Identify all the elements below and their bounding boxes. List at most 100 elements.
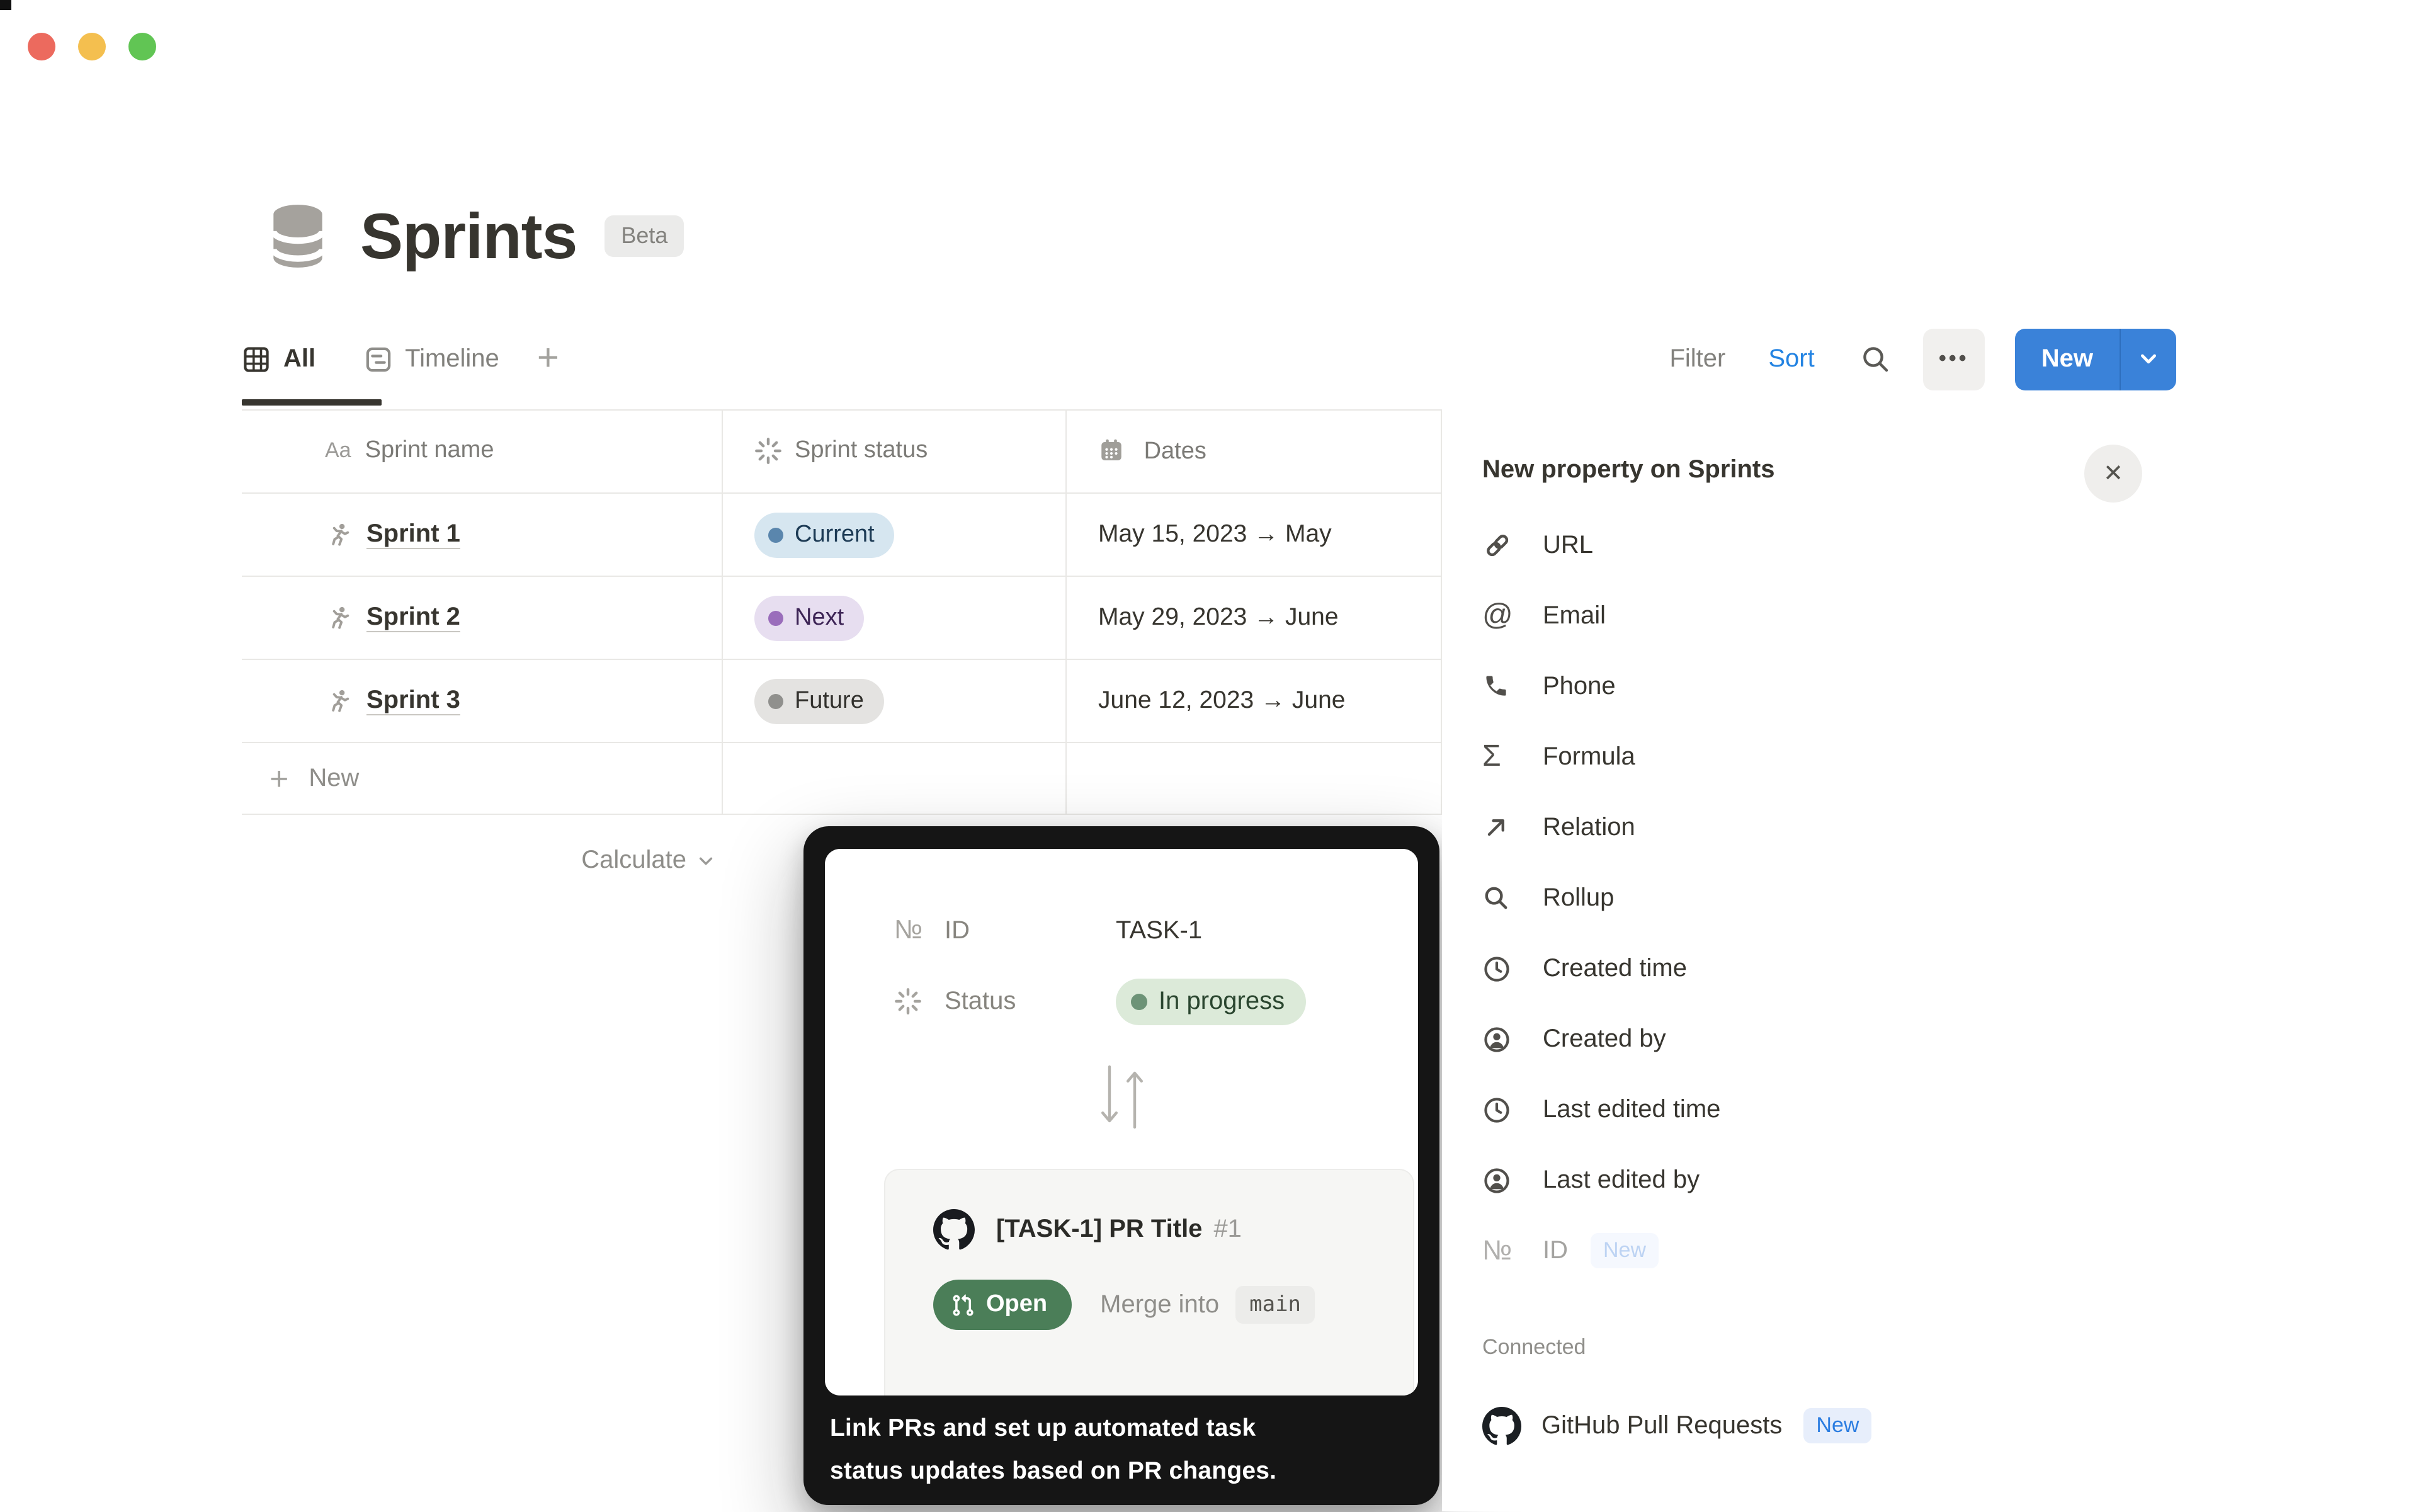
branch-chip: main [1235, 1286, 1315, 1324]
calculate-label: Calculate [581, 846, 686, 875]
search-button[interactable] [1860, 344, 1890, 374]
cell-dates[interactable]: May 29, 2023 → June [1065, 603, 1442, 632]
sprint-name-link[interactable]: Sprint 3 [366, 686, 460, 715]
tab-timeline-view[interactable]: Timeline [363, 344, 499, 373]
column-divider [722, 409, 723, 815]
close-panel-button[interactable]: ✕ [2084, 445, 2142, 503]
property-type-label: Created by [1543, 1025, 1666, 1054]
property-type-phone[interactable]: Phone [1482, 651, 2393, 722]
new-record-button[interactable]: New [2015, 328, 2120, 390]
new-record-dropdown-button[interactable] [2121, 328, 2176, 390]
property-type-email[interactable]: @ Email [1482, 581, 2393, 651]
view-toolbar: All Timeline + Filter Sort ••• New [242, 327, 2176, 390]
chevron-down-icon [2136, 346, 2161, 372]
chevron-down-icon [696, 851, 715, 870]
new-record-split-button: New [2015, 328, 2176, 390]
ellipsis-icon: ••• [1939, 346, 1969, 372]
notion-window: Sprints Beta All Timeline + Filter Sort [0, 0, 2418, 1511]
property-type-label: Last edited by [1543, 1166, 1700, 1195]
close-window-button[interactable] [28, 33, 55, 60]
cell-dates[interactable]: June 12, 2023 → June [1065, 686, 1442, 715]
clock-icon [1482, 1095, 1525, 1124]
link-icon [1482, 530, 1525, 560]
github-icon [1482, 1406, 1521, 1445]
property-type-url[interactable]: URL [1482, 510, 2393, 581]
property-type-formula[interactable]: Σ Formula [1482, 722, 2393, 792]
new-row-button[interactable]: + New [242, 743, 1442, 815]
property-type-last-edited-time[interactable]: Last edited time [1482, 1074, 2393, 1145]
more-options-button[interactable]: ••• [1923, 328, 1985, 390]
status-pill[interactable]: Next [754, 595, 864, 640]
property-type-created-by[interactable]: Created by [1482, 1004, 2393, 1074]
at-icon: @ [1482, 598, 1525, 634]
cell-sprint-status[interactable]: Current [722, 512, 1065, 557]
property-label: Status [894, 987, 1116, 1016]
table-row: Sprint 2 Next May 29, 2023 → June [242, 577, 1442, 660]
column-header-sprint-name[interactable]: Aa Sprint name [242, 437, 722, 465]
new-badge: New [1803, 1408, 1871, 1443]
new-property-panel: New property on Sprints ✕ URL @ Ema [1442, 411, 2418, 1511]
status-pill[interactable]: Current [754, 512, 895, 557]
date-range: June 12, 2023 → June [1098, 686, 1345, 714]
runner-icon [325, 604, 353, 632]
property-type-label: Rollup [1543, 884, 1614, 912]
cell-sprint-name[interactable]: Sprint 2 [242, 603, 722, 632]
minimize-window-button[interactable] [78, 33, 106, 60]
property-type-label: Formula [1543, 742, 1635, 771]
property-label: № ID [894, 916, 1116, 946]
cell-sprint-name[interactable]: Sprint 1 [242, 520, 722, 549]
column-header-dates[interactable]: Dates [1065, 436, 1442, 465]
database-icon[interactable] [268, 200, 327, 271]
table-view-icon [242, 344, 271, 373]
page-header: Sprints Beta [268, 191, 684, 280]
pr-state-badge: Open [933, 1280, 1071, 1330]
status-value: In progress [1159, 987, 1285, 1016]
sprint-name-link[interactable]: Sprint 1 [366, 520, 460, 549]
filter-button[interactable]: Filter [1669, 344, 1725, 373]
status-label: Future [795, 687, 864, 715]
relation-arrow-icon [1482, 814, 1525, 841]
cell-dates[interactable]: May 15, 2023 → May [1065, 520, 1442, 549]
tab-all-view[interactable]: All [242, 344, 315, 373]
new-row-label: New [309, 764, 359, 793]
table-row: Sprint 3 Future June 12, 2023 → June [242, 660, 1442, 743]
status-pill[interactable]: Future [754, 678, 884, 724]
property-type-relation[interactable]: Relation [1482, 792, 2393, 863]
property-type-label: Relation [1543, 813, 1635, 842]
zoom-window-button[interactable] [128, 33, 156, 60]
cell-sprint-status[interactable]: Next [722, 595, 1065, 640]
calculate-button[interactable]: Calculate [514, 846, 715, 875]
status-dot [1131, 993, 1147, 1009]
property-type-created-time[interactable]: Created time [1482, 933, 2393, 1004]
connected-github-pull-requests[interactable]: GitHub Pull Requests New [1482, 1390, 1871, 1461]
column-label: Sprint name [365, 437, 494, 465]
numero-icon: № [894, 916, 927, 946]
cell-sprint-name[interactable]: Sprint 3 [242, 686, 722, 715]
id-value: TASK-1 [1116, 916, 1202, 945]
beta-badge: Beta [604, 215, 684, 256]
pr-meta-row: Open Merge into main [933, 1280, 1413, 1330]
person-icon [1482, 1166, 1525, 1195]
caption-line: status updates based on PR changes. [830, 1450, 1417, 1492]
plus-icon: + [270, 759, 288, 798]
github-integration-tooltip: № ID TASK-1 [803, 826, 1439, 1505]
property-type-label: URL [1543, 531, 1593, 560]
property-type-list: URL @ Email Phone Σ Formula [1482, 510, 2393, 1286]
status-dot [768, 693, 783, 708]
sprint-name-link[interactable]: Sprint 2 [366, 603, 460, 632]
status-spinner-icon [894, 987, 927, 1015]
property-type-last-edited-by[interactable]: Last edited by [1482, 1145, 2393, 1215]
add-view-button[interactable]: + [537, 340, 559, 378]
status-label: Status [945, 987, 1016, 1016]
property-type-rollup[interactable]: Rollup [1482, 863, 2393, 933]
tooltip-preview-card: № ID TASK-1 [825, 849, 1418, 1395]
pull-request-icon [951, 1293, 975, 1317]
cell-sprint-status[interactable]: Future [722, 678, 1065, 724]
tooltip-caption: Link PRs and set up automated task statu… [830, 1407, 1417, 1492]
column-header-sprint-status[interactable]: Sprint status [722, 437, 1065, 465]
date-range: May 15, 2023 → May [1098, 520, 1332, 548]
numero-icon: № [1482, 1234, 1525, 1267]
page-title: Sprints [360, 198, 577, 273]
property-type-id[interactable]: № ID New [1482, 1215, 2393, 1286]
sort-button[interactable]: Sort [1768, 344, 1814, 373]
